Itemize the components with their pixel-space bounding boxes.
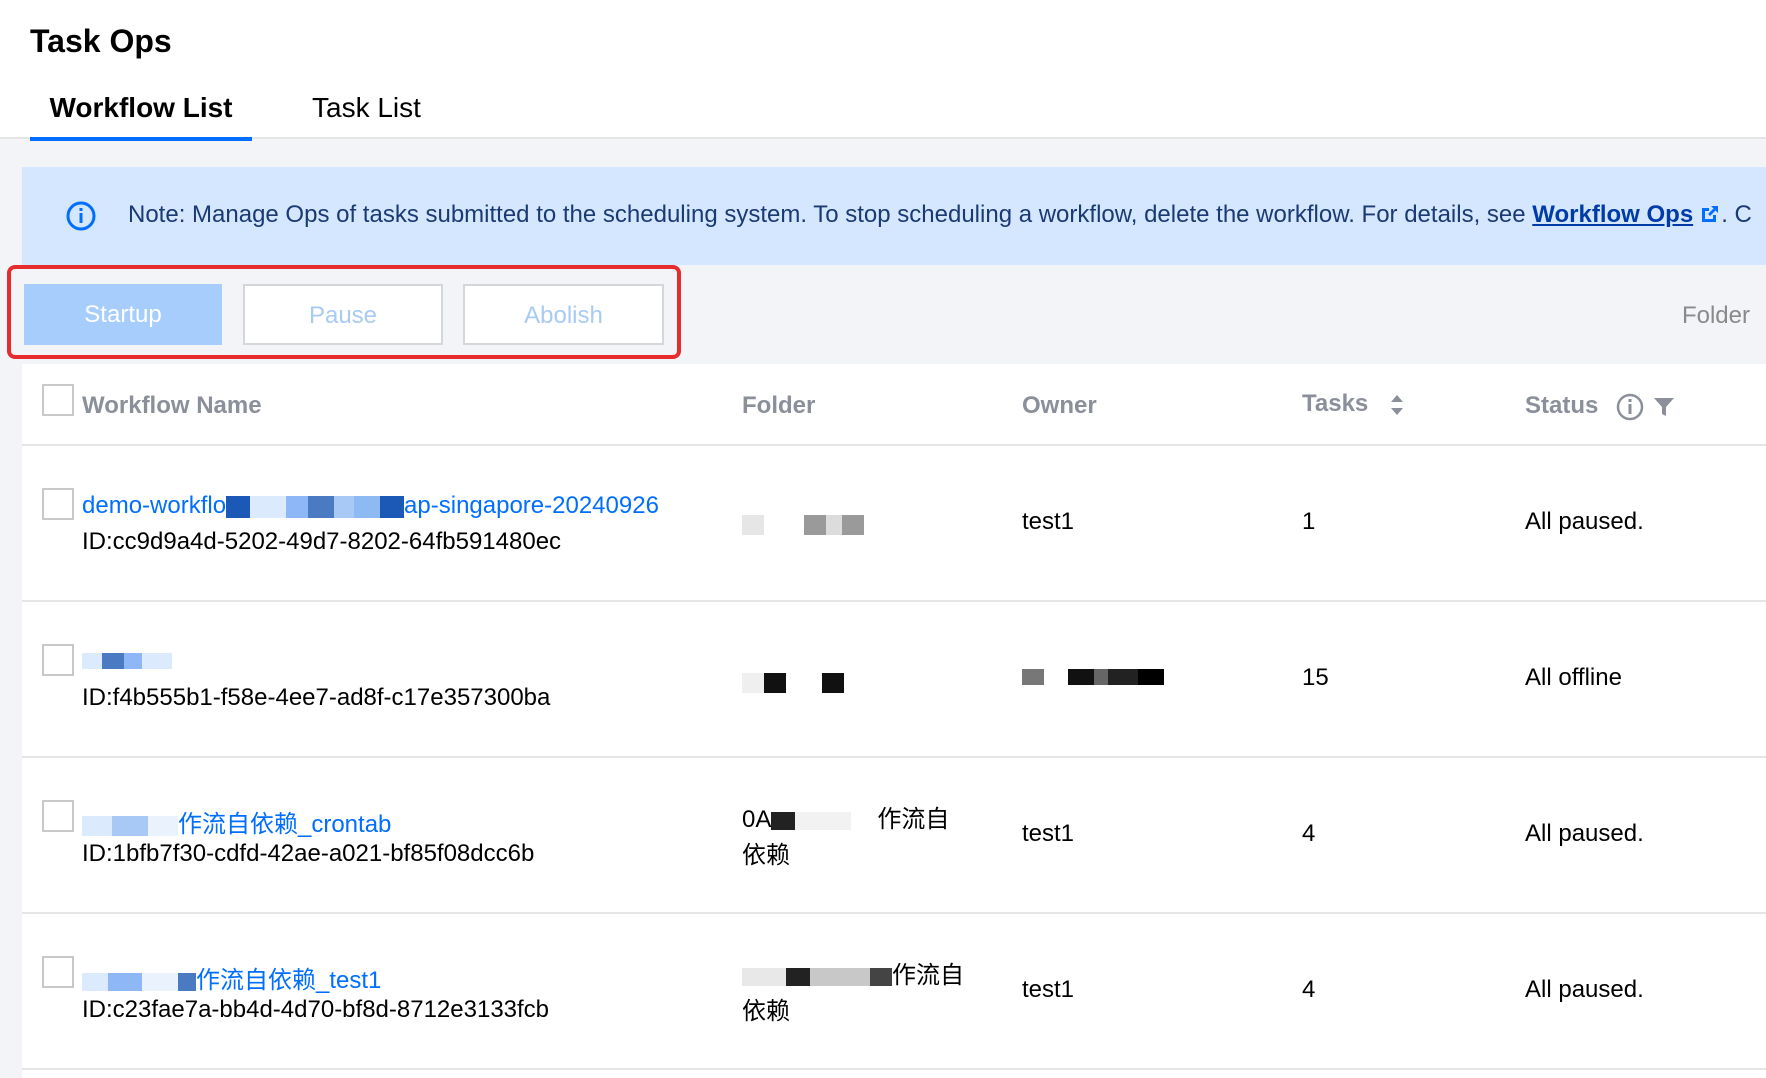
workflow-name-suffix: 作流自依赖_crontab <box>178 811 392 838</box>
notice-banner: Note: Manage Ops of tasks submitted to t… <box>22 167 1766 265</box>
row-checkbox[interactable] <box>42 956 74 988</box>
tasks-value: 1 <box>1302 508 1316 535</box>
folder-value <box>742 506 992 542</box>
workflow-id: ID:1bfb7f30-cdfd-42ae-a021-bf85f08dcc6b <box>82 840 535 867</box>
row-checkbox[interactable] <box>42 644 74 676</box>
sort-icon[interactable] <box>1388 393 1406 417</box>
workflow-table: Workflow Name Folder Owner Tasks Status … <box>22 364 1766 1078</box>
folder-line2: 依赖 <box>742 842 790 869</box>
table-row[interactable]: 作流自依赖_crontab ID:1bfb7f30-cdfd-42ae-a021… <box>22 758 1766 914</box>
workflow-name-link[interactable]: 作流自依赖_test1 <box>82 960 381 995</box>
page-title: Task Ops <box>30 23 172 59</box>
workflow-name-link[interactable]: 作流自依赖_crontab <box>82 804 391 839</box>
folder-value <box>742 664 992 700</box>
tab-workflow-list[interactable]: Workflow List <box>30 92 252 141</box>
workflow-ops-link[interactable]: Workflow Ops <box>1532 201 1693 228</box>
select-all-checkbox[interactable] <box>42 384 74 416</box>
notice-text: Note: Manage Ops of tasks submitted to t… <box>128 201 1752 229</box>
status-value: All paused. <box>1525 508 1644 535</box>
column-status: Status <box>1525 392 1599 419</box>
workflow-id: ID:cc9d9a4d-5202-49d7-8202-64fb591480ec <box>82 528 562 555</box>
column-folder: Folder <box>742 392 816 419</box>
status-info-icon[interactable] <box>1616 393 1644 421</box>
workflow-name-link[interactable]: demo-workflo ap-singapore-20240926 <box>82 492 659 520</box>
row-checkbox[interactable] <box>42 800 74 832</box>
owner-value: test1 <box>1022 976 1075 1003</box>
owner-value: test1 <box>1022 820 1075 847</box>
status-value: All offline <box>1525 664 1622 691</box>
workflow-id: ID:f4b555b1-f58e-4ee7-ad8f-c17e357300ba <box>82 684 551 711</box>
workflow-id: ID:c23fae7a-bb4d-4d70-bf8d-8712e3133fcb <box>82 996 550 1023</box>
folder-value: 作流自 依赖 <box>742 958 992 1030</box>
folder-prefix: 0A <box>742 806 772 833</box>
column-workflow-name: Workflow Name <box>82 392 262 419</box>
tasks-value: 4 <box>1302 820 1316 847</box>
workflow-name-suffix: 作流自依赖_test1 <box>196 967 382 994</box>
status-value: All paused. <box>1525 820 1644 847</box>
folder-suffix: 作流自 <box>892 962 964 989</box>
notice-trailing: . C <box>1721 201 1752 228</box>
table-row[interactable]: demo-workflo ap-singapore-20240926 ID:cc9… <box>22 446 1766 602</box>
folder-filter[interactable]: Folder <box>1682 302 1750 330</box>
workflow-name-link[interactable] <box>82 646 172 674</box>
tasks-value: 4 <box>1302 976 1316 1003</box>
row-checkbox[interactable] <box>42 488 74 520</box>
folder-line2: 依赖 <box>742 998 790 1025</box>
table-header: Workflow Name Folder Owner Tasks Status <box>22 364 1766 446</box>
tasks-value: 15 <box>1302 664 1329 691</box>
filter-icon[interactable] <box>1652 395 1676 419</box>
workflow-name-suffix: ap-singapore-20240926 <box>404 492 659 519</box>
column-owner: Owner <box>1022 392 1097 419</box>
owner-value <box>1022 662 1164 690</box>
owner-value: test1 <box>1022 508 1075 535</box>
page-header: Task Ops Workflow List Task List <box>0 0 1766 141</box>
folder-value: 0A 作流自 依赖 <box>742 802 992 874</box>
tab-task-list[interactable]: Task List <box>312 92 421 139</box>
info-icon <box>66 201 96 231</box>
table-row[interactable]: 作流自依赖_test1 ID:c23fae7a-bb4d-4d70-bf8d-8… <box>22 914 1766 1070</box>
table-row[interactable]: ID:f4b555b1-f58e-4ee7-ad8f-c17e357300ba … <box>22 602 1766 758</box>
external-link-icon[interactable] <box>1699 203 1721 225</box>
workflow-name-prefix: demo-workflo <box>82 492 227 519</box>
column-tasks: Tasks <box>1302 390 1369 417</box>
buttons-highlight-box <box>7 265 681 359</box>
status-value: All paused. <box>1525 976 1644 1003</box>
notice-message: Note: Manage Ops of tasks submitted to t… <box>128 201 1533 228</box>
folder-suffix: 作流自 <box>877 806 950 833</box>
